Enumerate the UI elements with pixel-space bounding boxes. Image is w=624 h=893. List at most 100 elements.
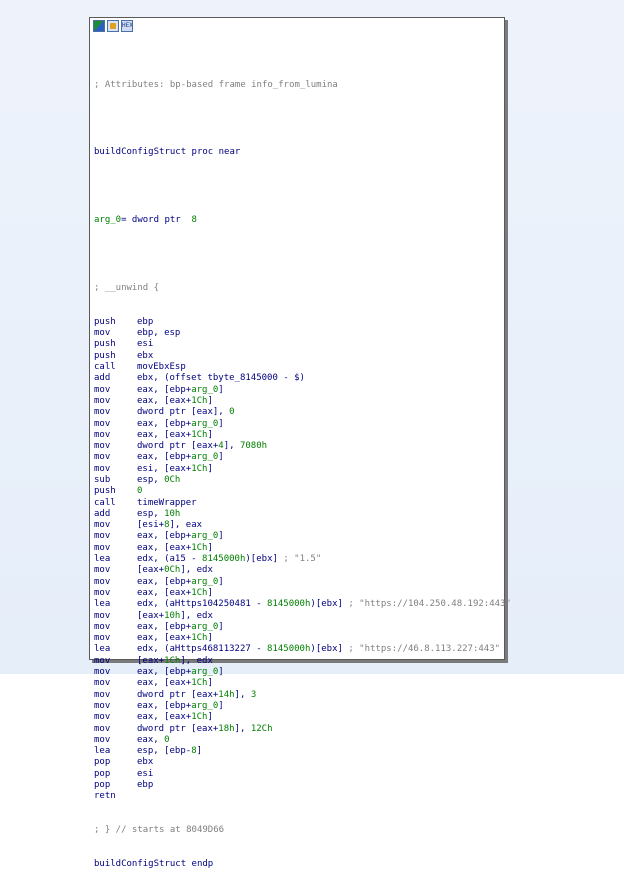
instruction-line[interactable]: mov dword ptr [eax+14h], 3: [94, 690, 511, 701]
mnemonic: mov: [94, 520, 111, 531]
instruction-line[interactable]: push 0: [94, 486, 511, 497]
operands: ebp, esp: [137, 328, 181, 339]
operands: dword ptr [eax+4], 7080h: [137, 441, 268, 452]
instruction-line[interactable]: call movEbxEsp: [94, 362, 511, 373]
operands: ebx: [137, 757, 154, 768]
operands: eax, [ebp+arg_0]: [137, 531, 224, 542]
mnemonic: push: [94, 350, 116, 361]
arg-definition[interactable]: arg_0= dword ptr 8: [94, 215, 511, 226]
instruction-line[interactable]: add esp, 10h: [94, 509, 511, 520]
instruction-line[interactable]: mov ebp, esp: [94, 328, 511, 339]
instruction-line[interactable]: mov eax, [ebp+arg_0]: [94, 577, 511, 588]
operands: eax, [eax+1Ch]: [137, 633, 213, 644]
graph-icon[interactable]: [93, 19, 105, 32]
instruction-line[interactable]: lea edx, (a15 - 8145000h)[ebx] ; "1.5": [94, 554, 511, 565]
instruction-line[interactable]: mov eax, [eax+1Ch]: [94, 712, 511, 723]
mnemonic: add: [94, 508, 111, 519]
hex-icon[interactable]: HEX: [121, 19, 133, 32]
instruction-line[interactable]: mov esi, [eax+1Ch]: [94, 464, 511, 475]
instruction-line[interactable]: add ebx, (offset tbyte_8145000 - $): [94, 373, 511, 384]
ida-graph-node-window[interactable]: HEX ; Attributes: bp-based frame info_fr…: [89, 17, 511, 869]
instruction-line[interactable]: mov eax, [eax+1Ch]: [94, 678, 511, 689]
mnemonic: mov: [94, 712, 111, 723]
mnemonic: mov: [94, 418, 111, 429]
operands: dword ptr [eax+14h], 3: [137, 689, 257, 700]
operands: edx, (a15 - 8145000h)[ebx]: [137, 554, 278, 565]
instruction-line[interactable]: mov eax, [ebp+arg_0]: [94, 419, 511, 430]
operands: 0: [137, 486, 143, 497]
mnemonic: pop: [94, 780, 111, 790]
mnemonic: lea: [94, 746, 111, 757]
mnemonic: mov: [94, 429, 111, 440]
instruction-line[interactable]: mov eax, [ebp+arg_0]: [94, 667, 511, 678]
operands: esi: [137, 768, 154, 779]
mnemonic: mov: [94, 655, 111, 666]
instruction-line[interactable]: pop ebp: [94, 780, 511, 791]
instruction-line[interactable]: push esi: [94, 339, 511, 350]
operands: eax, [ebp+arg_0]: [137, 384, 224, 395]
instruction-line[interactable]: mov eax, [eax+1Ch]: [94, 633, 511, 644]
proc-declaration[interactable]: buildConfigStruct proc near: [94, 147, 511, 158]
instruction-line[interactable]: call timeWrapper: [94, 498, 511, 509]
mnemonic: mov: [94, 328, 111, 339]
instruction-line[interactable]: mov eax, [eax+1Ch]: [94, 588, 511, 599]
instruction-line[interactable]: mov eax, 0: [94, 735, 511, 746]
operands: dword ptr [eax], 0: [137, 407, 235, 418]
instruction-line[interactable]: pop esi: [94, 769, 511, 780]
instruction-line[interactable]: mov eax, [ebp+arg_0]: [94, 385, 511, 396]
mnemonic: add: [94, 373, 111, 384]
mnemonic: pop: [94, 757, 111, 768]
instruction-line[interactable]: mov [eax+0Ch], edx: [94, 565, 511, 576]
operands: [eax+10h], edx: [137, 610, 213, 621]
operands: [eax+1Ch], edx: [137, 655, 213, 666]
endp-declaration[interactable]: buildConfigStruct endp: [94, 859, 511, 870]
mnemonic: mov: [94, 576, 111, 587]
mnemonic: mov: [94, 395, 111, 406]
instruction-line[interactable]: mov [eax+10h], edx: [94, 611, 511, 622]
proximity-icon[interactable]: [107, 19, 119, 32]
operands: ebp: [137, 780, 154, 790]
instruction-line[interactable]: mov eax, [ebp+arg_0]: [94, 701, 511, 712]
instruction-line[interactable]: mov eax, [eax+1Ch]: [94, 543, 511, 554]
disassembly-listing[interactable]: ; Attributes: bp-based frame info_from_l…: [94, 57, 511, 893]
operands: esp, [ebp-8]: [137, 746, 203, 757]
string-comment: ; "1.5": [277, 554, 322, 565]
operands: eax, [ebp+arg_0]: [137, 418, 224, 429]
instruction-line[interactable]: mov eax, [eax+1Ch]: [94, 396, 511, 407]
instruction-line[interactable]: lea esp, [ebp-8]: [94, 746, 511, 757]
operands: timeWrapper: [137, 497, 197, 508]
operands: eax, [eax+1Ch]: [137, 542, 213, 553]
instruction-line[interactable]: mov dword ptr [eax+4], 7080h: [94, 441, 511, 452]
mnemonic: push: [94, 486, 116, 497]
instruction-line[interactable]: mov dword ptr [eax], 0: [94, 407, 511, 418]
instruction-line[interactable]: mov eax, [eax+1Ch]: [94, 430, 511, 441]
arg-name: arg_0: [94, 215, 122, 226]
instruction-line[interactable]: pop ebx: [94, 757, 511, 768]
operands: eax, [ebp+arg_0]: [137, 700, 224, 711]
operands: [esi+8], eax: [137, 520, 203, 531]
instruction-line[interactable]: mov eax, [ebp+arg_0]: [94, 531, 511, 542]
instruction-line[interactable]: lea edx, (aHttps104250481 - 8145000h)[ebx…: [94, 599, 511, 610]
instruction-line[interactable]: push ebx: [94, 351, 511, 362]
operands: esp, 0Ch: [137, 474, 181, 485]
mnemonic: mov: [94, 452, 111, 463]
operands: eax, [ebp+arg_0]: [137, 667, 224, 678]
instruction-line[interactable]: push ebp: [94, 317, 511, 328]
instruction-line[interactable]: retn: [94, 791, 511, 802]
instruction-line[interactable]: mov eax, [ebp+arg_0]: [94, 622, 511, 633]
attributes-comment: ; Attributes: bp-based frame info_from_l…: [94, 79, 338, 90]
instruction-line[interactable]: mov eax, [ebp+arg_0]: [94, 452, 511, 463]
instruction-line[interactable]: mov dword ptr [eax+18h], 12Ch: [94, 724, 511, 735]
operands: [eax+0Ch], edx: [137, 565, 213, 576]
string-comment: ; "https://46.8.113.227:443": [342, 644, 501, 655]
instruction-line[interactable]: sub esp, 0Ch: [94, 475, 511, 486]
arg-type: = dword ptr: [121, 215, 192, 226]
operands: eax, [ebp+arg_0]: [137, 576, 224, 587]
mnemonic: mov: [94, 723, 111, 734]
instruction-line[interactable]: mov [esi+8], eax: [94, 520, 511, 531]
operands: movEbxEsp: [137, 362, 186, 373]
instruction-line[interactable]: mov [eax+1Ch], edx: [94, 656, 511, 667]
mnemonic: pop: [94, 768, 111, 779]
instruction-line[interactable]: lea edx, (aHttps468113227 - 8145000h)[ebx…: [94, 644, 511, 655]
operands: esi, [eax+1Ch]: [137, 463, 213, 474]
